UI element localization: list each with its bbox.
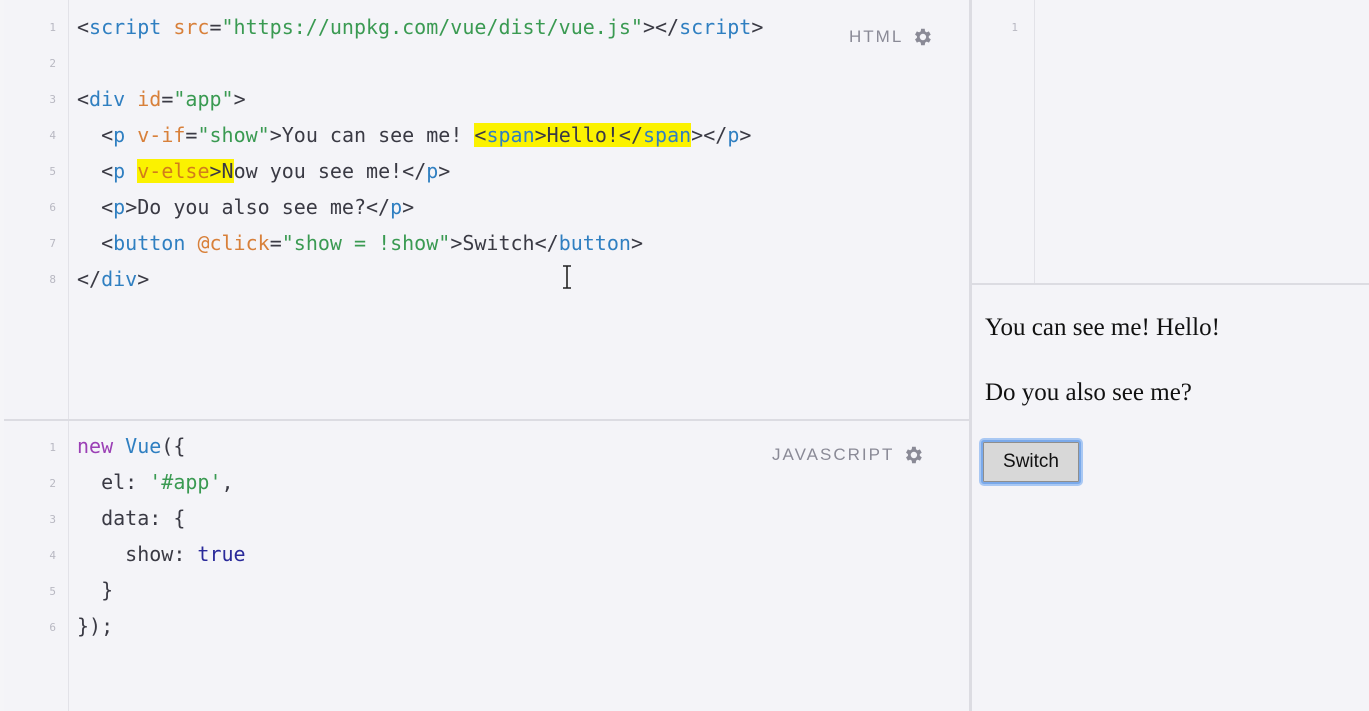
line-gutter: 1 [972,0,1035,283]
line-number: 5 [49,165,56,178]
code-line[interactable]: <script src="https://unpkg.com/vue/dist/… [77,15,763,39]
switch-button[interactable]: Switch [981,440,1081,484]
line-number: 1 [49,21,56,34]
line-number: 3 [49,93,56,106]
line-gutter: 1 2 3 4 5 6 7 8 [4,0,69,419]
line-number: 7 [49,237,56,250]
line-gutter: 1 2 3 4 5 6 [4,421,69,711]
search-highlight: <span>Hello!</span [474,123,692,147]
line-number: 4 [49,129,56,142]
code-line[interactable]: }); [77,614,113,638]
code-line[interactable]: <p v-else>Now you see me!</p> [77,159,450,183]
code-line[interactable]: <div id="app"> [77,87,246,111]
result-paragraph: You can see me! Hello! [985,314,1220,341]
line-number: 4 [49,549,56,562]
javascript-settings-button[interactable]: JAVASCRIPT [762,438,931,472]
line-number: 3 [49,513,56,526]
javascript-editor-pane[interactable]: 1 2 3 4 5 6 new Vue({ el: '#app', data: … [4,421,969,711]
line-number: 2 [49,477,56,490]
result-paragraph: Do you also see me? [985,379,1192,406]
code-line[interactable]: } [77,578,113,602]
code-line[interactable]: new Vue({ [77,434,185,458]
line-number: 5 [49,585,56,598]
html-editor-pane[interactable]: 1 2 3 4 5 6 7 8 <script src="https://unp… [4,0,969,419]
text-cursor-icon [563,265,571,289]
code-line[interactable]: </div> [77,267,149,291]
line-number: 1 [49,441,56,454]
gear-icon [915,28,932,46]
search-highlight: v-else>N [137,159,234,183]
gear-icon [906,446,923,464]
line-number: 6 [49,621,56,634]
line-number: 2 [49,57,56,70]
line-number: 6 [49,201,56,214]
code-line[interactable]: <p v-if="show">You can see me! <span>Hel… [77,123,751,147]
line-number: 8 [49,273,56,286]
code-line[interactable]: <p>Do you also see me?</p> [77,195,414,219]
html-settings-button[interactable]: HTML [839,20,940,54]
css-editor-pane[interactable]: 1 [972,0,1369,283]
pane-label: JAVASCRIPT [772,445,895,464]
code-line[interactable]: data: { [77,506,185,530]
result-pane [972,285,1369,711]
pane-label: HTML [849,27,904,46]
code-line[interactable]: el: '#app', [77,470,233,494]
code-line[interactable]: show: true [77,542,245,566]
line-number: 1 [1011,21,1018,34]
code-line[interactable]: <button @click="show = !show">Switch</bu… [77,231,643,255]
